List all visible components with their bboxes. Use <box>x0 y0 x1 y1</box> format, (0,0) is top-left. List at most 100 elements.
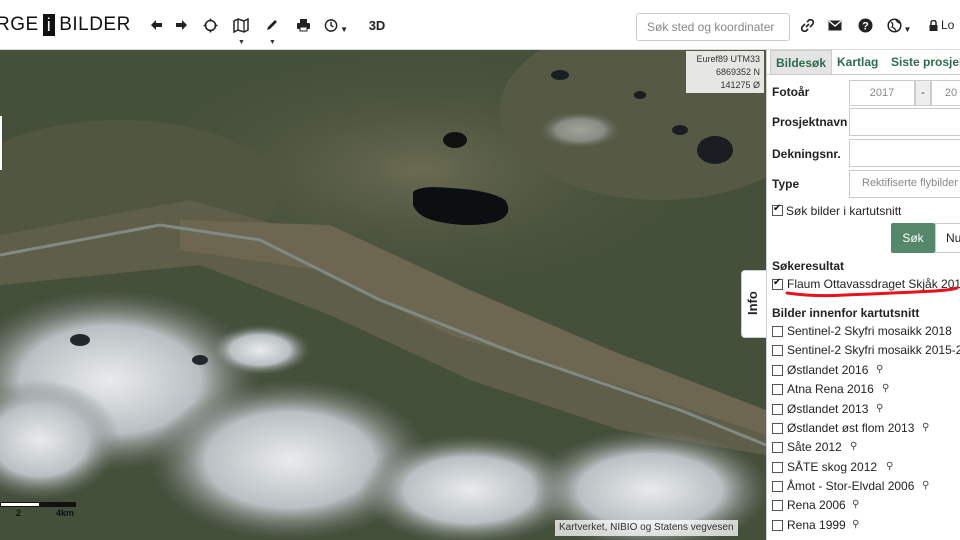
inside-map-heading: Bilder innenfor kartutsnitt <box>772 306 920 320</box>
fotoar-from-input[interactable]: 2017 <box>849 80 915 106</box>
search-in-map-checkbox[interactable] <box>772 203 783 216</box>
list-item-label: Såte 2012 <box>787 440 842 454</box>
zoom-control[interactable] <box>0 116 2 170</box>
zoom-to-icon[interactable]: ⚲ <box>886 461 893 472</box>
list-item-checkbox[interactable] <box>772 520 783 531</box>
help-icon: ? <box>858 18 872 32</box>
red-underline-annotation <box>785 286 959 298</box>
aerial-imagery <box>0 50 766 540</box>
pencil-icon <box>267 20 277 30</box>
fotoar-label: Fotoår <box>772 85 810 99</box>
list-item-label: Atna Rena 2016 <box>787 382 874 396</box>
draw-caret-icon[interactable]: ▼ <box>269 39 276 46</box>
zoom-to-icon[interactable]: ⚲ <box>922 480 929 491</box>
email-button[interactable] <box>826 12 844 38</box>
list-item-checkbox[interactable] <box>772 500 783 511</box>
envelope-icon <box>828 20 842 30</box>
logo-text-right: BILDER <box>59 14 131 35</box>
type-select[interactable]: Rektifiserte flybilder <box>849 170 960 198</box>
scale-label-mid: 2 <box>16 508 22 518</box>
tab-kartlag[interactable]: Kartlag <box>832 50 883 74</box>
locate-button[interactable] <box>201 12 219 38</box>
scale-bar-segment-2 <box>40 502 76 507</box>
logo[interactable]: RGE i BILDER <box>0 14 131 36</box>
map-caret-icon[interactable]: ▼ <box>238 39 245 46</box>
list-item-label: SÅTE skog 2012 <box>787 460 878 474</box>
coord-north: 6869352 N <box>715 67 760 77</box>
logo-text-mid: i <box>42 14 56 36</box>
map-view[interactable] <box>0 50 766 540</box>
list-item-checkbox[interactable] <box>772 404 783 415</box>
svg-text:?: ? <box>862 20 869 32</box>
zoom-to-icon[interactable]: ⚲ <box>852 519 859 530</box>
zoom-to-icon[interactable]: ⚲ <box>876 403 883 414</box>
map-book-icon <box>233 17 249 33</box>
list-item-label: Åmot - Stor-Elvdal 2006 <box>787 479 915 493</box>
arrow-left-icon <box>150 20 162 30</box>
history-button[interactable]: ▼ <box>324 12 348 38</box>
dekningsnr-input[interactable] <box>849 139 960 167</box>
crosshair-icon <box>203 18 217 32</box>
fotoar-to-input[interactable]: 20 <box>931 80 960 106</box>
info-tab[interactable]: Info <box>741 270 766 338</box>
scale-label-end: 4km <box>56 508 75 518</box>
link-button[interactable] <box>799 12 815 38</box>
logo-text-left: RGE <box>0 14 39 35</box>
lock-icon <box>929 19 938 31</box>
threed-button[interactable]: 3D <box>366 12 388 38</box>
results-heading: Søkeresultat <box>772 259 845 273</box>
coord-east: 141275 Ø <box>720 80 760 90</box>
scale-bar-segment-1 <box>0 502 40 507</box>
arrow-right-icon <box>175 20 187 30</box>
list-item-checkbox[interactable] <box>772 345 783 356</box>
list-item-checkbox[interactable] <box>772 326 783 337</box>
login-label: Lo <box>941 18 955 32</box>
history-caret-icon: ▼ <box>340 24 348 34</box>
search-button[interactable]: Søk <box>891 223 935 253</box>
zoom-to-icon[interactable]: ⚲ <box>850 441 857 452</box>
forward-button[interactable] <box>173 12 189 38</box>
prosjektnavn-input[interactable] <box>849 108 960 136</box>
tab-bildesok[interactable]: Bildesøk <box>770 50 833 74</box>
search-in-map-label: Søk bilder i kartutsnitt <box>786 204 902 218</box>
type-label: Type <box>772 177 800 191</box>
scale-bar: 2 4km <box>0 498 90 520</box>
link-icon <box>800 18 814 32</box>
list-item-checkbox[interactable] <box>772 481 783 492</box>
zoom-to-icon[interactable]: ⚲ <box>876 364 883 375</box>
info-tab-label: Info <box>745 291 760 315</box>
reset-button[interactable]: Nu <box>935 223 960 253</box>
result-item-checkbox[interactable] <box>772 277 783 290</box>
list-item-checkbox[interactable] <box>772 384 783 395</box>
help-button[interactable]: ? <box>856 12 874 38</box>
globe-icon <box>886 17 902 33</box>
back-button[interactable] <box>148 12 164 38</box>
zoom-to-icon[interactable]: ⚲ <box>922 422 929 433</box>
draw-button[interactable] <box>263 12 281 38</box>
print-button[interactable] <box>294 12 312 38</box>
map-attribution: Kartverket, NIBIO og Statens vegvesen <box>555 520 738 536</box>
list-item-label: Rena 2006 <box>787 498 846 512</box>
search-input[interactable]: Søk sted og koordinater <box>636 13 790 41</box>
list-item-checkbox[interactable] <box>772 365 783 376</box>
zoom-to-icon[interactable]: ⚲ <box>882 383 889 394</box>
map-button[interactable] <box>231 12 251 38</box>
login-button[interactable]: Lo <box>929 12 960 38</box>
top-bar: RGE i BILDER ▼ ▼ ▼ 3D Søk sted og koordi… <box>0 0 960 50</box>
list-item-label: Østlandet 2016 <box>787 363 869 377</box>
fotoar-separator: - <box>915 80 931 106</box>
list-item-label: Østlandet 2013 <box>787 402 869 416</box>
zoom-to-icon[interactable]: ⚲ <box>852 499 859 510</box>
tab-siste-prosjekt[interactable]: Siste prosjek <box>886 50 960 74</box>
panel-tabs: Bildesøk Kartlag Siste prosjek <box>767 50 960 75</box>
list-item-checkbox[interactable] <box>772 462 783 473</box>
print-icon <box>296 19 310 32</box>
list-item-label: Rena 1999 <box>787 518 846 532</box>
clock-icon <box>324 18 338 32</box>
prosjektnavn-label: Prosjektnavn <box>772 115 848 129</box>
language-button[interactable]: ▼ <box>886 12 912 38</box>
list-item-checkbox[interactable] <box>772 442 783 453</box>
coordinate-readout: Euref89 UTM33 6869352 N 141275 Ø <box>686 51 764 93</box>
dekningsnr-label: Dekningsnr. <box>772 147 841 161</box>
list-item-checkbox[interactable] <box>772 423 783 434</box>
